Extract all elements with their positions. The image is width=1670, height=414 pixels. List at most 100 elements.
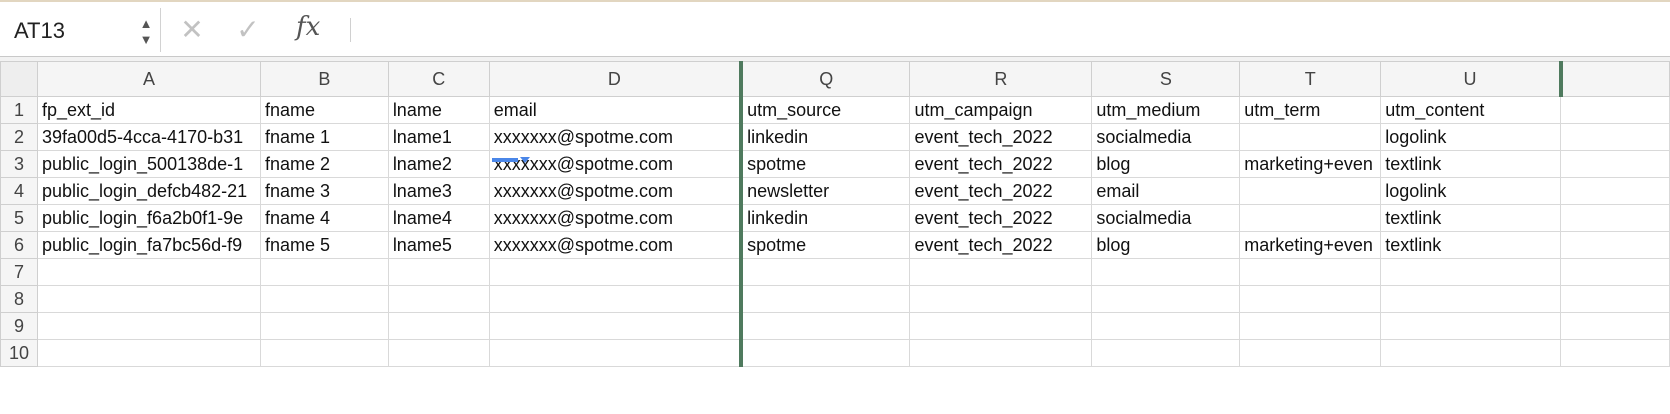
name-box[interactable]: AT13 ▲ ▼: [0, 8, 161, 52]
cell[interactable]: xxxxxxx@spotme.com: [488, 123, 742, 151]
cell[interactable]: [1380, 285, 1562, 313]
cell[interactable]: public_login_fa7bc56d-f9: [36, 231, 261, 259]
cell[interactable]: utm_content: [1380, 96, 1562, 124]
cell[interactable]: blog: [1091, 150, 1241, 178]
cell[interactable]: fname 5: [259, 231, 389, 259]
cell[interactable]: lname1: [387, 123, 490, 151]
cell[interactable]: event_tech_2022: [909, 231, 1093, 259]
cell[interactable]: [1560, 339, 1670, 367]
cell[interactable]: textlink: [1380, 150, 1562, 178]
cell[interactable]: fname 1: [259, 123, 389, 151]
cell[interactable]: [1560, 150, 1670, 178]
cell[interactable]: event_tech_2022: [909, 123, 1093, 151]
cell[interactable]: [739, 312, 911, 340]
cell[interactable]: [1239, 204, 1382, 232]
column-header-q[interactable]: Q: [739, 61, 911, 97]
cell[interactable]: [909, 258, 1093, 286]
cell[interactable]: [36, 285, 261, 313]
cell[interactable]: [1091, 285, 1241, 313]
cell[interactable]: socialmedia: [1091, 204, 1241, 232]
cell[interactable]: textlink: [1380, 231, 1562, 259]
cell[interactable]: fname 2: [259, 150, 389, 178]
cell[interactable]: [1560, 312, 1670, 340]
chevron-up-icon[interactable]: ▲: [138, 16, 154, 32]
cell[interactable]: [36, 258, 261, 286]
cell[interactable]: [909, 285, 1093, 313]
row-header[interactable]: 2: [0, 123, 38, 151]
cell[interactable]: [1239, 339, 1382, 367]
column-header-u[interactable]: U: [1380, 61, 1562, 97]
autofill-options-icon[interactable]: [520, 157, 530, 163]
row-header[interactable]: 10: [0, 339, 38, 367]
column-header-a[interactable]: A: [36, 61, 261, 97]
cell[interactable]: email: [488, 96, 742, 124]
cell[interactable]: fname 4: [259, 204, 389, 232]
cell[interactable]: [387, 258, 490, 286]
cell[interactable]: [1239, 285, 1382, 313]
cell[interactable]: lname5: [387, 231, 490, 259]
cell[interactable]: [1091, 258, 1241, 286]
cell[interactable]: [488, 258, 742, 286]
column-header-t[interactable]: T: [1239, 61, 1382, 97]
cell[interactable]: [739, 339, 911, 367]
row-header[interactable]: 1: [0, 96, 38, 124]
cell[interactable]: [1560, 231, 1670, 259]
cell[interactable]: [909, 339, 1093, 367]
name-box-stepper[interactable]: ▲ ▼: [138, 16, 154, 52]
cell[interactable]: [1560, 258, 1670, 286]
cell[interactable]: utm_campaign: [909, 96, 1093, 124]
cell[interactable]: [1239, 177, 1382, 205]
cell[interactable]: [739, 258, 911, 286]
cell[interactable]: [1091, 312, 1241, 340]
cell[interactable]: public_login_500138de-1: [36, 150, 261, 178]
cell[interactable]: [1560, 123, 1670, 151]
cell[interactable]: [1560, 177, 1670, 205]
cell[interactable]: 39fa00d5-4cca-4170-b31: [36, 123, 261, 151]
cell[interactable]: [1560, 96, 1670, 124]
fill-handle[interactable]: [492, 158, 518, 162]
cell[interactable]: [387, 312, 490, 340]
cell[interactable]: [259, 312, 389, 340]
cell[interactable]: xxxxxxx@spotme.com: [488, 231, 742, 259]
cell[interactable]: lname2: [387, 150, 490, 178]
cell[interactable]: newsletter: [739, 177, 911, 205]
formula-input[interactable]: [360, 12, 1654, 50]
cell[interactable]: email: [1091, 177, 1241, 205]
cell[interactable]: event_tech_2022: [909, 150, 1093, 178]
cell[interactable]: [488, 312, 742, 340]
cell[interactable]: marketing+even: [1239, 150, 1382, 178]
cell[interactable]: marketing+even: [1239, 231, 1382, 259]
cell[interactable]: logolink: [1380, 123, 1562, 151]
row-header[interactable]: 9: [0, 312, 38, 340]
cell[interactable]: [36, 312, 261, 340]
cell[interactable]: [1239, 123, 1382, 151]
cell[interactable]: logolink: [1380, 177, 1562, 205]
cell[interactable]: textlink: [1380, 204, 1562, 232]
cell[interactable]: [1560, 204, 1670, 232]
cell[interactable]: socialmedia: [1091, 123, 1241, 151]
cell[interactable]: spotme: [739, 231, 911, 259]
cell[interactable]: [1239, 258, 1382, 286]
cell[interactable]: blog: [1091, 231, 1241, 259]
row-header[interactable]: 3: [0, 150, 38, 178]
cell[interactable]: [259, 258, 389, 286]
cell[interactable]: [488, 285, 742, 313]
cell[interactable]: linkedin: [739, 123, 911, 151]
row-header[interactable]: 8: [0, 285, 38, 313]
cell[interactable]: lname3: [387, 177, 490, 205]
cell[interactable]: spotme: [739, 150, 911, 178]
cell[interactable]: [1239, 312, 1382, 340]
column-header-s[interactable]: S: [1091, 61, 1241, 97]
cell[interactable]: lname4: [387, 204, 490, 232]
cell[interactable]: [259, 339, 389, 367]
cell[interactable]: event_tech_2022: [909, 204, 1093, 232]
row-header[interactable]: 4: [0, 177, 38, 205]
function-icon[interactable]: fx: [296, 12, 320, 42]
check-icon[interactable]: ✓: [232, 14, 264, 46]
cell[interactable]: lname: [387, 96, 490, 124]
cell[interactable]: utm_source: [739, 96, 911, 124]
cell[interactable]: public_login_f6a2b0f1-9e: [36, 204, 261, 232]
cell[interactable]: [1380, 312, 1562, 340]
row-header[interactable]: 6: [0, 231, 38, 259]
select-all-corner[interactable]: [0, 61, 38, 97]
